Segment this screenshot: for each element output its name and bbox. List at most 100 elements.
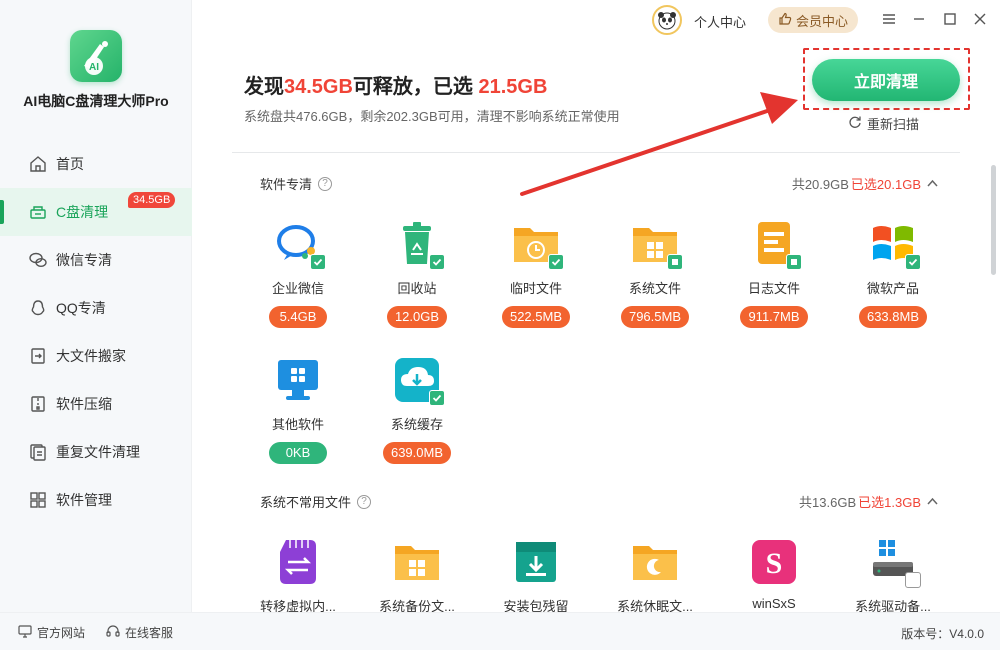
- sidebar-item-label: QQ专清: [56, 300, 106, 316]
- sidebar-item-qq[interactable]: QQ专清: [0, 284, 192, 332]
- sidebar-item-label: C盘清理: [56, 204, 109, 220]
- checkbox-checked-icon[interactable]: [905, 254, 921, 270]
- version-label: 版本号：V4.0.0: [901, 627, 984, 641]
- sidebar-item-label: 首页: [56, 156, 84, 172]
- drive-clean-icon: [28, 202, 48, 222]
- sidebar-item-label: 重复文件清理: [56, 444, 140, 460]
- system-cache-icon: [393, 356, 445, 406]
- winsxs-icon: S: [750, 538, 798, 586]
- temp-folder-icon: [512, 220, 564, 270]
- scrollbar[interactable]: [991, 165, 996, 275]
- installer-icon: [512, 538, 560, 586]
- sidebar-item-label: 软件压缩: [56, 396, 112, 412]
- checkbox-checked-icon[interactable]: [429, 254, 445, 270]
- section-stats[interactable]: 共20.9GB 已选20.1GB: [792, 174, 938, 193]
- sidebar-item-file-move[interactable]: 大文件搬家: [0, 332, 192, 380]
- maximize-icon[interactable]: [941, 10, 959, 28]
- clean-item-driver-backup[interactable]: 系统驱动备...: [838, 538, 948, 615]
- size-pill: 633.8MB: [858, 306, 928, 328]
- title-bar: 个人中心 会员中心: [650, 4, 1000, 36]
- size-pill: 639.0MB: [382, 442, 452, 464]
- thumbs-up-icon: [778, 12, 792, 29]
- sidebar-item-c-drive-clean[interactable]: C盘清理 34.5GB: [0, 188, 192, 236]
- size-pill: 0KB: [269, 442, 327, 464]
- section-title: 系统不常用文件 ?: [260, 492, 372, 511]
- svg-text:AI: AI: [89, 62, 99, 73]
- compress-icon: [28, 394, 48, 414]
- section-stats[interactable]: 共13.6GB 已选1.3GB: [799, 492, 938, 511]
- sidebar-item-label: 软件管理: [56, 492, 112, 508]
- clean-item-system-backup[interactable]: 系统备份文...: [362, 538, 472, 615]
- size-pill: 796.5MB: [620, 306, 690, 328]
- clean-item-other-software[interactable]: 其他软件 0KB: [243, 356, 353, 464]
- checkbox-checked-icon[interactable]: [548, 254, 564, 270]
- system-folder-icon: [631, 220, 683, 270]
- clean-item-winsxs[interactable]: S winSxS: [719, 538, 829, 611]
- sidebar-item-wechat[interactable]: 微信专清: [0, 236, 192, 284]
- sidebar: AI AI电脑C盘清理大师Pro 首页 C盘清理 34.5GB 微信专清 QQ专…: [0, 0, 192, 612]
- checkbox-checked-icon[interactable]: [429, 390, 445, 406]
- online-service-link[interactable]: 在线客服: [106, 624, 173, 641]
- size-pill: 5.4GB: [269, 306, 327, 328]
- sidebar-item-apps[interactable]: 软件管理: [0, 476, 192, 524]
- file-move-icon: [28, 346, 48, 366]
- sidebar-item-duplicate[interactable]: 重复文件清理: [0, 428, 192, 476]
- checkbox-checked-icon[interactable]: [667, 254, 683, 270]
- rescan-link[interactable]: 重新扫描: [848, 114, 919, 133]
- backup-folder-icon: [393, 538, 441, 586]
- close-icon[interactable]: [971, 10, 989, 28]
- recycle-bin-icon: [393, 220, 445, 270]
- clean-item-installer-residue[interactable]: 安装包残留: [481, 538, 591, 615]
- personal-center-link[interactable]: 个人中心: [694, 12, 746, 31]
- minimize-icon[interactable]: [910, 10, 928, 28]
- size-pill: 12.0GB: [386, 306, 448, 328]
- wechat-icon: [28, 250, 48, 270]
- help-icon[interactable]: ?: [357, 494, 372, 509]
- help-icon[interactable]: ?: [318, 176, 333, 191]
- sidebar-nav: 首页 C盘清理 34.5GB 微信专清 QQ专清 大文件搬家 软件压缩 重复文件…: [0, 140, 192, 524]
- vip-center-button[interactable]: 会员中心: [768, 7, 858, 33]
- enterprise-wechat-icon: [274, 220, 326, 270]
- clean-item-enterprise-wechat[interactable]: 企业微信 5.4GB: [243, 220, 353, 328]
- scan-summary-title: 发现34.5GB可释放，已选 21.5GB: [244, 76, 548, 98]
- sidebar-item-home[interactable]: 首页: [0, 140, 192, 188]
- divider: [232, 152, 960, 153]
- clean-item-microsoft[interactable]: 微软产品 633.8MB: [838, 220, 948, 328]
- clean-item-log-files[interactable]: 日志文件 911.7MB: [719, 220, 829, 328]
- clean-item-temp-files[interactable]: 临时文件 522.5MB: [481, 220, 591, 328]
- clean-item-virtual-memory[interactable]: 转移虚拟内...: [243, 538, 353, 615]
- qq-icon: [28, 298, 48, 318]
- clean-now-button[interactable]: 立即清理: [812, 59, 960, 101]
- official-website-link[interactable]: 官方网站: [18, 624, 85, 641]
- clean-item-recycle-bin[interactable]: 回收站 12.0GB: [362, 220, 472, 328]
- log-file-icon: [750, 220, 802, 270]
- checkbox-unchecked-icon[interactable]: [905, 572, 921, 588]
- virtual-memory-icon: [274, 538, 322, 586]
- size-badge: 34.5GB: [128, 192, 176, 208]
- app-logo: AI: [70, 30, 122, 82]
- section-title: 软件专清 ?: [260, 174, 333, 193]
- avatar[interactable]: [652, 5, 682, 35]
- other-software-icon: [274, 356, 322, 404]
- size-pill: 911.7MB: [740, 306, 808, 328]
- headset-icon: [106, 624, 120, 641]
- duplicate-icon: [28, 442, 48, 462]
- clean-item-system-files[interactable]: 系统文件 796.5MB: [600, 220, 710, 328]
- checkbox-checked-icon[interactable]: [310, 254, 326, 270]
- svg-text:S: S: [766, 547, 783, 580]
- microsoft-icon: [869, 220, 921, 270]
- clean-item-hibernate[interactable]: 系统休眠文...: [600, 538, 710, 615]
- driver-backup-icon: [869, 538, 921, 588]
- apps-icon: [28, 490, 48, 510]
- chevron-up-icon: [927, 178, 938, 190]
- clean-item-system-cache[interactable]: 系统缓存 639.0MB: [362, 356, 472, 464]
- footer-bar: 官方网站 在线客服 版本号：V4.0.0: [0, 612, 1000, 650]
- chevron-up-icon: [927, 496, 938, 508]
- monitor-icon: [18, 624, 32, 641]
- sidebar-item-compress[interactable]: 软件压缩: [0, 380, 192, 428]
- menu-icon[interactable]: [880, 10, 898, 28]
- refresh-icon: [848, 115, 862, 132]
- home-icon: [28, 154, 48, 174]
- checkbox-checked-icon[interactable]: [786, 254, 802, 270]
- sidebar-item-label: 大文件搬家: [56, 348, 126, 364]
